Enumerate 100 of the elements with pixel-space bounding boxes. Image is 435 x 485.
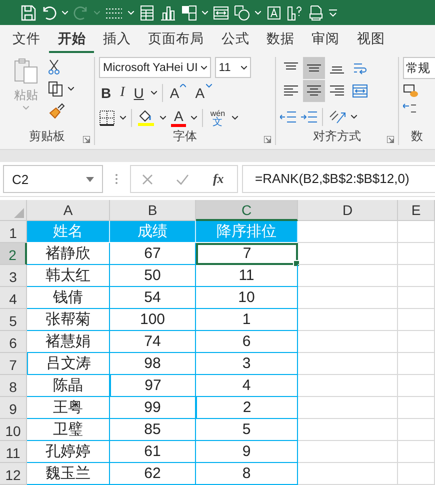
table-cell: 62: [110, 463, 196, 485]
table-cell: 98: [110, 353, 196, 375]
row-header[interactable]: 2: [0, 243, 27, 265]
bold-button[interactable]: B: [99, 84, 114, 102]
empty-cell: [398, 331, 435, 353]
name-box[interactable]: C2: [3, 165, 103, 193]
ribbon-tab[interactable]: 文件: [4, 26, 50, 52]
shapes-icon[interactable]: [234, 4, 250, 20]
caret-icon[interactable]: [351, 115, 357, 119]
ribbon-tab[interactable]: 视图: [348, 26, 394, 52]
row-header[interactable]: 3: [0, 265, 27, 287]
caret-icon[interactable]: [150, 91, 157, 95]
caret-icon[interactable]: [232, 116, 238, 120]
italic-button[interactable]: I: [118, 84, 127, 102]
table-cell: 王粤: [27, 397, 110, 419]
row-header[interactable]: 5: [0, 309, 27, 331]
row-header[interactable]: 10: [0, 419, 27, 441]
form-icon[interactable]: [139, 4, 155, 20]
ribbon-tab[interactable]: 插入: [94, 26, 140, 52]
empty-cell: [398, 463, 435, 485]
font-color-button[interactable]: A: [171, 109, 186, 127]
table-cell: 韩太红: [27, 265, 110, 287]
table-cell: 1: [196, 309, 298, 331]
row-header[interactable]: 6: [0, 331, 27, 353]
launcher-icon[interactable]: [83, 136, 90, 143]
text-box-icon[interactable]: [266, 4, 282, 20]
underline-button[interactable]: U: [132, 84, 146, 102]
cut-icon[interactable]: [48, 59, 60, 75]
ribbon-tab[interactable]: 页面布局: [140, 26, 213, 52]
caret-icon[interactable]: [68, 87, 74, 91]
table-cell: 4: [196, 375, 298, 397]
align-left-icon: [284, 85, 298, 97]
customize-icon[interactable]: [329, 8, 337, 16]
row-header[interactable]: 7: [0, 353, 27, 375]
print-preview-icon[interactable]: [308, 4, 324, 20]
chart-icon[interactable]: [160, 4, 176, 20]
caret-icon[interactable]: [191, 116, 198, 120]
empty-cell: [398, 441, 435, 463]
table-cell: 张帮菊: [27, 309, 110, 331]
merge-icon[interactable]: [213, 4, 229, 20]
currency-icon[interactable]: [403, 84, 419, 98]
row-header[interactable]: 9: [0, 397, 27, 419]
font-size-dropdown[interactable]: 11: [214, 57, 251, 78]
formula-field[interactable]: =RANK(B2,$B$2:$B$12,0): [242, 165, 435, 193]
copy-icon[interactable]: [48, 81, 64, 97]
row-header[interactable]: 12: [0, 463, 27, 485]
decimal-icon[interactable]: [403, 103, 417, 115]
group-label: 对齐方式: [313, 128, 361, 144]
merge-icon: [352, 84, 368, 98]
wrap-text-icon: [353, 61, 367, 75]
header-cell: 降序排位: [196, 221, 298, 243]
undo-icon[interactable]: [41, 4, 57, 20]
table-cell: 61: [110, 441, 196, 463]
table-cell: 3: [196, 353, 298, 375]
center-align-button[interactable]: [303, 80, 325, 102]
table-cell: 钱倩: [27, 287, 110, 309]
ribbon-tab[interactable]: 公式: [212, 26, 258, 52]
row-header[interactable]: 4: [0, 287, 27, 309]
table-cell: 吕文涛: [27, 353, 110, 375]
phonetic-guide-button[interactable]: wén 文: [208, 109, 228, 127]
decrease-indent-icon[interactable]: [280, 111, 296, 123]
check-icon[interactable]: [176, 174, 189, 184]
number-format-dropdown[interactable]: 常规: [403, 57, 435, 79]
column-header[interactable]: B: [110, 200, 196, 221]
header-cell: 姓名: [27, 221, 110, 243]
launcher-icon[interactable]: [264, 136, 271, 143]
drag-handle-icon[interactable]: [115, 173, 118, 185]
decrease-font-button[interactable]: A: [193, 84, 214, 102]
table-cell: 97: [110, 375, 196, 397]
ribbon-tab[interactable]: 审阅: [303, 26, 348, 52]
increase-indent-icon[interactable]: [301, 111, 317, 123]
row-header[interactable]: 8: [0, 375, 27, 397]
middle-align-icon: [307, 62, 321, 74]
header-cell: 成绩: [110, 221, 196, 243]
empty-cell: [398, 287, 435, 309]
caret-icon[interactable]: [120, 116, 126, 120]
middle-align-button[interactable]: [303, 57, 325, 79]
caret-icon[interactable]: [160, 116, 166, 120]
font-name-dropdown[interactable]: Microsoft YaHei UI: [99, 57, 211, 78]
ribbon-tab[interactable]: 数据: [258, 26, 304, 52]
row-header[interactable]: 11: [0, 441, 27, 463]
table-cell: 74: [110, 331, 196, 353]
increase-font-button[interactable]: A: [168, 84, 188, 102]
empty-cell: [398, 375, 435, 397]
help-icon[interactable]: [287, 4, 303, 20]
column-header[interactable]: A: [27, 200, 110, 221]
row-header[interactable]: 1: [0, 221, 27, 243]
format-painter-icon[interactable]: [48, 103, 66, 119]
fill-color-icon[interactable]: [137, 109, 155, 127]
table-icon[interactable]: [181, 4, 197, 20]
save-icon[interactable]: [20, 4, 36, 20]
table-cell: 5: [196, 419, 298, 441]
orientation-icon[interactable]: [328, 109, 346, 125]
column-header[interactable]: D: [298, 200, 398, 221]
column-header[interactable]: E: [398, 200, 435, 221]
column-header[interactable]: C: [196, 200, 298, 221]
insert-function-button[interactable]: fx: [210, 171, 226, 187]
caret-icon: [200, 66, 207, 70]
launcher-icon[interactable]: [387, 136, 394, 143]
borders-icon[interactable]: [99, 110, 115, 126]
